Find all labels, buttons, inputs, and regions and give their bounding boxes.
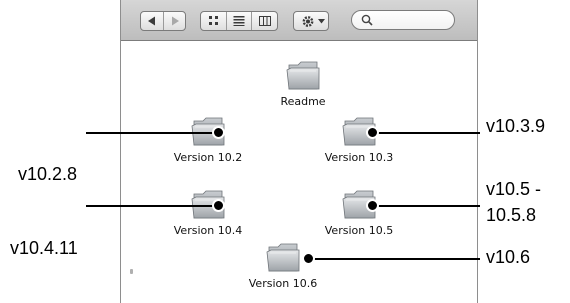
folder-item-version-10-5[interactable]: Version 10.5: [314, 188, 404, 237]
folder-icon: [286, 59, 320, 91]
callout-dot-10-2: [212, 126, 225, 139]
callout-line-10-4: [86, 205, 220, 207]
action-menu-button[interactable]: [293, 11, 329, 31]
callout-line-10-6: [308, 258, 480, 260]
toolbar: [121, 0, 477, 41]
folder-icon: [266, 241, 300, 273]
nav-button-group: [140, 11, 186, 31]
forward-arrow-icon: [171, 16, 179, 26]
folder-label: Version 10.4: [173, 224, 243, 237]
folder-label: Version 10.6: [248, 277, 318, 290]
callout-dot-10-6: [302, 252, 315, 265]
folder-label: Readme: [280, 95, 326, 108]
icon-grid-icon: [208, 16, 218, 25]
back-arrow-icon: [148, 16, 155, 26]
chevron-down-icon: [318, 19, 325, 24]
icon-view-button[interactable]: [201, 12, 227, 30]
folder-item-version-10-6[interactable]: Version 10.6: [238, 241, 328, 290]
callout-dot-10-3: [366, 126, 379, 139]
callout-dot-10-4: [212, 199, 225, 212]
list-view-button[interactable]: [227, 12, 252, 30]
callout-label-v10-4-11: v10.4.11: [10, 238, 78, 258]
list-lines-icon: [233, 16, 245, 26]
folder-label: Version 10.2: [173, 151, 243, 164]
back-button[interactable]: [141, 12, 164, 30]
callout-line-10-5: [372, 205, 480, 207]
callout-label-v10-5-line2: 10.5.8: [486, 205, 537, 225]
callout-line-10-3: [372, 132, 480, 134]
folder-item-version-10-4[interactable]: Version 10.4: [163, 188, 253, 237]
callout-label-v10-2-8: v10.2.8: [18, 164, 78, 184]
forward-button[interactable]: [164, 12, 185, 30]
folder-item-version-10-2[interactable]: Version 10.2: [163, 115, 253, 164]
callout-dot-10-5: [366, 199, 379, 212]
callout-label-v10-3-9: v10.3.9: [486, 116, 546, 136]
search-input[interactable]: [351, 10, 455, 30]
callout-label-v10-6: v10.6: [486, 247, 531, 267]
columns-icon: [258, 16, 271, 26]
icon-view-area: Readme Version 10.2 Version 10.3 Version…: [121, 41, 477, 303]
scrollbar-handle[interactable]: [130, 269, 133, 274]
callout-line-10-2: [86, 132, 220, 134]
folder-item-version-10-3[interactable]: Version 10.3: [314, 115, 404, 164]
folder-item-readme[interactable]: Readme: [258, 59, 348, 108]
folder-label: Version 10.5: [324, 224, 394, 237]
callout-label-v10-5-line1: v10.5 -: [486, 179, 542, 199]
view-mode-group: [200, 11, 278, 31]
gear-icon: [302, 16, 314, 27]
column-view-button[interactable]: [252, 12, 277, 30]
folder-label: Version 10.3: [324, 151, 394, 164]
